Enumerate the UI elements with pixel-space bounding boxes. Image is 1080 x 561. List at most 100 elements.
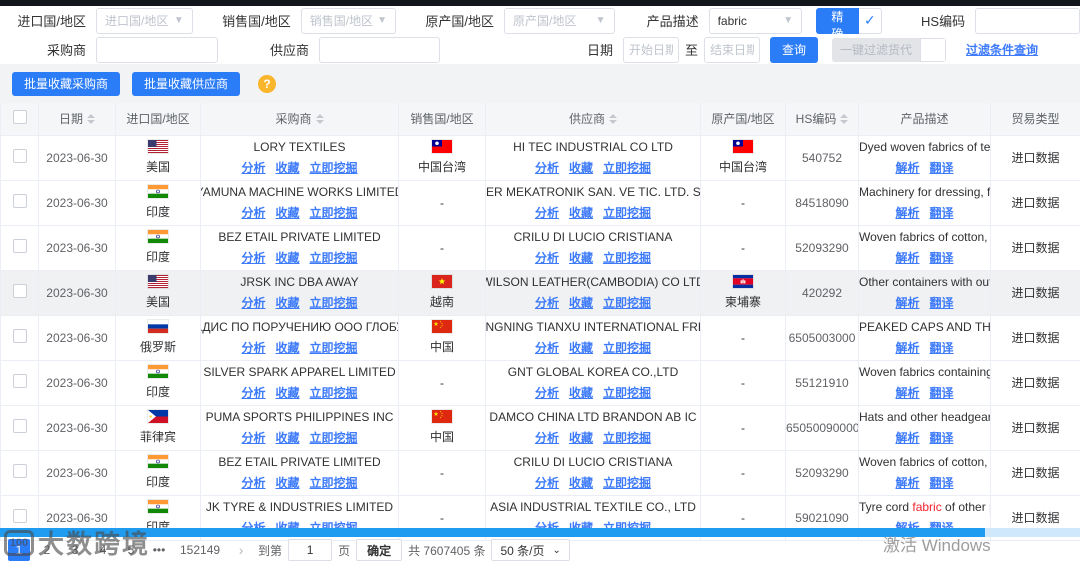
goto-confirm-button[interactable]: 确定 (356, 539, 403, 561)
favorite-link[interactable]: 收藏 (275, 339, 299, 356)
analyze-link[interactable]: 分析 (241, 159, 265, 176)
dig-now-link[interactable]: 立即挖掘 (603, 294, 651, 311)
favorite-link[interactable]: 收藏 (275, 249, 299, 266)
buyer-name[interactable]: SILVER SPARK APPAREL LIMITED (203, 365, 395, 379)
favorite-link[interactable]: 收藏 (275, 429, 299, 446)
import-country-select[interactable]: 进口国/地区 ▼ (96, 7, 193, 34)
parse-link[interactable]: 解析 (895, 294, 919, 311)
select-all-checkbox[interactable] (12, 110, 27, 125)
favorite-link[interactable]: 收藏 (275, 474, 299, 491)
analyze-link[interactable]: 分析 (241, 339, 265, 356)
date-start-field[interactable] (623, 36, 679, 63)
dig-now-link[interactable]: 立即挖掘 (310, 339, 358, 356)
dig-now-link[interactable]: 立即挖掘 (603, 159, 651, 176)
page-ellipsis[interactable]: ••• (148, 539, 170, 561)
dig-now-link[interactable]: 立即挖掘 (603, 429, 651, 446)
column-header[interactable]: 供应商 (485, 103, 701, 136)
hs-code-input[interactable] (984, 13, 1071, 28)
buyer-name[interactable]: LORY TEXTILES (253, 140, 345, 154)
scrollbar-thumb[interactable] (0, 528, 985, 537)
dig-now-link[interactable]: 立即挖掘 (310, 474, 358, 491)
analyze-link[interactable]: 分析 (241, 294, 265, 311)
row-checkbox[interactable] (12, 329, 27, 343)
analyze-link[interactable]: 分析 (241, 429, 265, 446)
filter-forwarder-toggle[interactable]: 一键过滤货代 (832, 37, 947, 62)
parse-link[interactable]: 解析 (895, 429, 919, 446)
favorite-link[interactable]: 收藏 (569, 159, 593, 176)
sort-icon[interactable] (609, 113, 617, 124)
buyer-field[interactable] (96, 36, 218, 63)
analyze-link[interactable]: 分析 (535, 429, 559, 446)
filter-condition-link[interactable]: 过滤条件查询 (966, 41, 1038, 58)
buyer-name[interactable]: JK TYRE & INDUSTRIES LIMITED (206, 500, 393, 514)
row-checkbox[interactable] (12, 284, 27, 298)
buyer-input[interactable] (105, 42, 209, 57)
analyze-link[interactable]: 分析 (535, 474, 559, 491)
translate-link[interactable]: 翻译 (930, 159, 954, 176)
row-checkbox[interactable] (12, 194, 27, 208)
buyer-name[interactable]: JRSK INC DBA AWAY (240, 275, 358, 289)
analyze-link[interactable]: 分析 (241, 204, 265, 221)
translate-link[interactable]: 翻译 (930, 384, 954, 401)
row-checkbox[interactable] (12, 239, 27, 253)
dig-now-link[interactable]: 立即挖掘 (603, 249, 651, 266)
translate-link[interactable]: 翻译 (930, 429, 954, 446)
favorite-link[interactable]: 收藏 (275, 384, 299, 401)
supplier-name[interactable]: WILSON LEATHER(CAMBODIA) CO LTD (487, 275, 700, 289)
page-button-4[interactable]: 4 (92, 539, 114, 561)
goto-page-input[interactable] (288, 539, 333, 561)
analyze-link[interactable]: 分析 (241, 474, 265, 491)
translate-link[interactable]: 翻译 (930, 249, 954, 266)
dig-now-link[interactable]: 立即挖掘 (310, 249, 358, 266)
buyer-name[interactable]: BEZ ETAIL PRIVATE LIMITED (218, 230, 380, 244)
date-end-input[interactable] (710, 42, 755, 57)
dig-now-link[interactable]: 立即挖掘 (603, 384, 651, 401)
favorite-link[interactable]: 收藏 (275, 294, 299, 311)
translate-link[interactable]: 翻译 (930, 339, 954, 356)
sort-icon[interactable] (315, 113, 324, 124)
column-header[interactable]: 日期 (38, 103, 116, 136)
row-checkbox[interactable] (12, 419, 27, 433)
row-checkbox[interactable] (12, 464, 27, 478)
translate-link[interactable]: 翻译 (930, 294, 954, 311)
page-button-2[interactable]: 2 (36, 539, 58, 561)
supplier-name[interactable]: ASIA INDUSTRIAL TEXTILE CO., LTD (490, 500, 696, 514)
page-size-select[interactable]: 50 条/页 ⌄ (491, 539, 570, 561)
dig-now-link[interactable]: 立即挖掘 (310, 429, 358, 446)
analyze-link[interactable]: 分析 (535, 384, 559, 401)
dig-now-link[interactable]: 立即挖掘 (310, 384, 358, 401)
parse-link[interactable]: 解析 (895, 159, 919, 176)
row-checkbox[interactable] (12, 509, 27, 523)
favorite-link[interactable]: 收藏 (569, 249, 593, 266)
analyze-link[interactable]: 分析 (535, 339, 559, 356)
parse-link[interactable]: 解析 (895, 384, 919, 401)
translate-link[interactable]: 翻译 (930, 204, 954, 221)
parse-link[interactable]: 解析 (895, 249, 919, 266)
analyze-link[interactable]: 分析 (241, 384, 265, 401)
batch-favorite-buyers-button[interactable]: 批量收藏采购商 (12, 71, 121, 96)
translate-link[interactable]: 翻译 (930, 474, 954, 491)
date-start-input[interactable] (629, 42, 673, 57)
analyze-link[interactable]: 分析 (241, 249, 265, 266)
supplier-name[interactable]: DONGNING TIANXU INTERNATIONAL FREIG (487, 320, 700, 334)
buyer-name[interactable]: БАДИС ПО ПОРУЧЕНИЮ ООО ГЛОБУС (202, 320, 398, 334)
favorite-link[interactable]: 收藏 (569, 429, 593, 446)
buyer-name[interactable]: BEZ ETAIL PRIVATE LIMITED (218, 455, 380, 469)
buyer-name[interactable]: PUMA SPORTS PHILIPPINES INC (206, 410, 394, 424)
row-checkbox[interactable] (12, 149, 27, 163)
parse-link[interactable]: 解析 (895, 204, 919, 221)
buyer-name[interactable]: YAMUNA MACHINE WORKS LIMITED (202, 185, 398, 199)
parse-link[interactable]: 解析 (895, 474, 919, 491)
product-desc-select[interactable]: fabric ▼ (708, 7, 803, 34)
dig-now-link[interactable]: 立即挖掘 (603, 339, 651, 356)
favorite-link[interactable]: 收藏 (275, 159, 299, 176)
dig-now-link[interactable]: 立即挖掘 (310, 159, 358, 176)
page-button-5[interactable]: 5 (120, 539, 142, 561)
supplier-field[interactable] (319, 36, 440, 63)
column-header[interactable]: HS编码 (785, 103, 859, 136)
origin-country-select[interactable]: 原产国/地区 ▼ (504, 7, 615, 34)
favorite-link[interactable]: 收藏 (569, 474, 593, 491)
date-end-field[interactable] (704, 36, 761, 63)
analyze-link[interactable]: 分析 (535, 249, 559, 266)
exact-match-checkbox[interactable]: ✓ (858, 7, 883, 34)
